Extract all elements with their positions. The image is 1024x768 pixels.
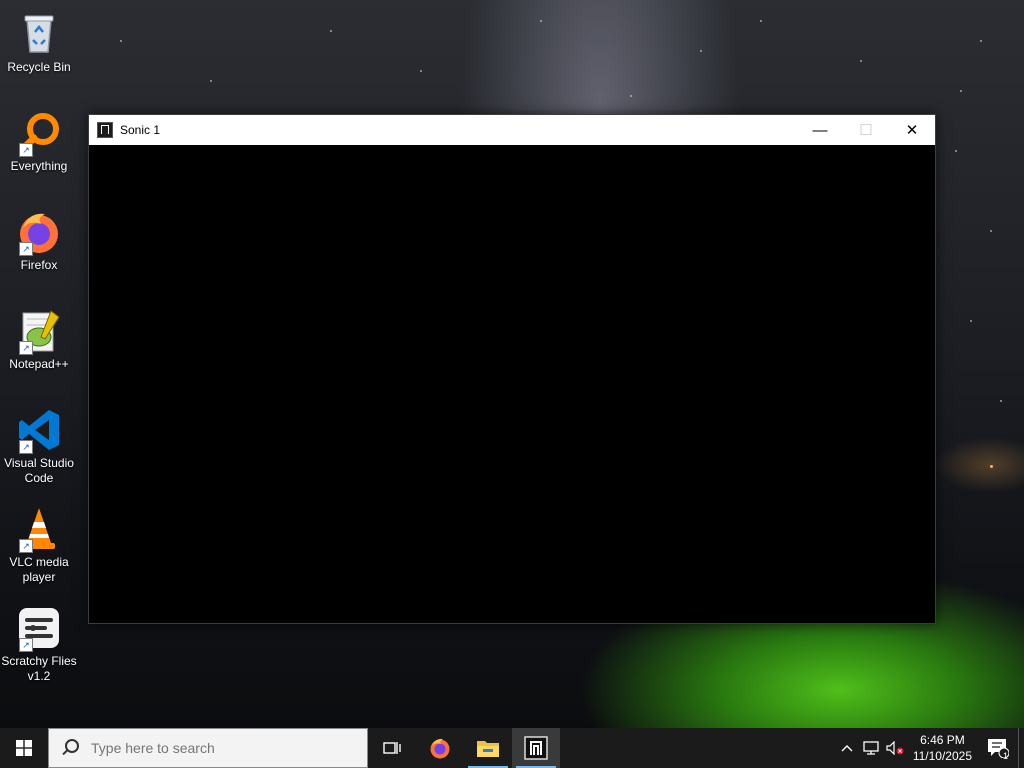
- desktop-icon-label: Everything: [10, 159, 68, 173]
- network-icon: [863, 741, 879, 755]
- minimize-button[interactable]: —: [797, 115, 843, 145]
- close-icon: ✕: [905, 122, 919, 139]
- taskbar-sonic-button[interactable]: [512, 728, 560, 768]
- firefox-icon: [430, 738, 450, 759]
- maximize-button[interactable]: ☐: [843, 115, 889, 145]
- taskbar-firefox-button[interactable]: [416, 728, 464, 768]
- show-desktop-button[interactable]: [1018, 728, 1024, 768]
- volume-button[interactable]: [883, 728, 907, 768]
- desktop-icon-firefox[interactable]: ↗ Firefox: [0, 204, 78, 273]
- maximize-icon: ☐: [859, 122, 873, 139]
- shortcut-arrow-icon: ↗: [19, 440, 33, 454]
- shortcut-arrow-icon: ↗: [19, 242, 33, 256]
- clock-time: 6:46 PM: [920, 733, 965, 747]
- desktop-icon-notepadpp[interactable]: ↗ Notepad++: [0, 303, 78, 372]
- start-button[interactable]: [0, 728, 48, 768]
- folder-icon: [477, 741, 499, 757]
- shortcut-arrow-icon: ↗: [19, 539, 33, 553]
- task-view-button[interactable]: [368, 728, 416, 768]
- sonic-app-icon: [97, 122, 113, 138]
- desktop-icon-everything[interactable]: ↗ Everything: [0, 105, 78, 174]
- task-view-icon: [383, 742, 401, 754]
- desktop-icon-label: Recycle Bin: [7, 60, 71, 74]
- scratchy-flies-icon: ↗: [15, 604, 63, 652]
- sonic-app-icon: [524, 736, 548, 760]
- search-icon: [61, 739, 79, 757]
- app-window[interactable]: Sonic 1 — ☐ ✕: [88, 114, 936, 624]
- window-titlebar[interactable]: Sonic 1 — ☐ ✕: [89, 115, 935, 145]
- desktop-icon-label: Notepad++: [9, 357, 69, 371]
- notepadpp-icon: ↗: [15, 307, 63, 355]
- desktop-icon-recycle-bin[interactable]: Recycle Bin: [0, 6, 78, 75]
- desktop-icon-label: Firefox: [20, 258, 58, 272]
- shortcut-arrow-icon: ↗: [19, 143, 33, 157]
- desktop-icon-label: VLC media player: [9, 555, 69, 584]
- network-button[interactable]: [859, 728, 883, 768]
- desktop-icon-vscode[interactable]: ↗ Visual Studio Code: [0, 402, 78, 486]
- clock-date: 11/10/2025: [912, 749, 972, 763]
- volume-muted-icon: [886, 741, 904, 755]
- shortcut-arrow-icon: ↗: [19, 341, 33, 355]
- game-canvas[interactable]: [89, 145, 935, 623]
- window-title: Sonic 1: [120, 123, 161, 137]
- desktop-icon-label: Scratchy Flies v1.2: [1, 654, 77, 683]
- show-hidden-icons-button[interactable]: [835, 728, 859, 768]
- vscode-icon: ↗: [15, 406, 63, 454]
- shortcut-arrow-icon: ↗: [19, 638, 33, 652]
- desktop-icon-scratchy-flies[interactable]: ↗ Scratchy Flies v1.2: [0, 600, 78, 684]
- action-center-button[interactable]: 1: [978, 728, 1018, 768]
- notification-count: 1: [1002, 751, 1008, 761]
- search-input[interactable]: [89, 739, 343, 757]
- close-button[interactable]: ✕: [889, 115, 935, 145]
- desktop-icon-vlc[interactable]: ↗ VLC media player: [0, 501, 78, 585]
- minimize-icon: —: [812, 121, 828, 139]
- desktop-icon-label: Visual Studio Code: [4, 456, 74, 485]
- everything-search-icon: ↗: [15, 109, 63, 157]
- firefox-icon: ↗: [15, 208, 63, 256]
- vlc-icon: ↗: [15, 505, 63, 553]
- windows-logo-icon: [16, 740, 32, 756]
- system-tray: 6:46 PM 11/10/2025 1: [835, 728, 1024, 768]
- taskbar: 6:46 PM 11/10/2025 1: [0, 728, 1024, 768]
- taskbar-clock[interactable]: 6:46 PM 11/10/2025: [907, 732, 978, 764]
- recycle-bin-icon: [15, 10, 63, 58]
- taskbar-search-box[interactable]: [48, 728, 368, 768]
- taskbar-file-explorer-button[interactable]: [464, 728, 512, 768]
- chevron-up-icon: [841, 745, 853, 752]
